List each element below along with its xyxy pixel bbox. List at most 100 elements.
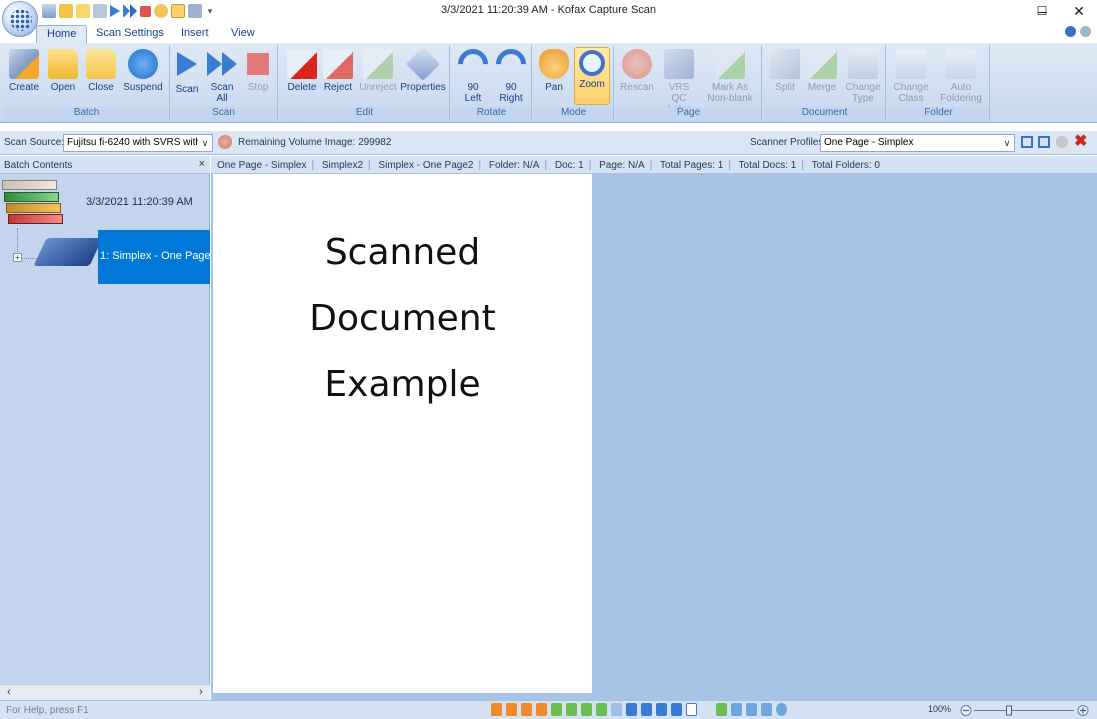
next-doc-icon[interactable] — [566, 703, 577, 716]
info-page: Page: N/A — [599, 160, 645, 171]
actual-size-icon[interactable] — [761, 703, 772, 716]
group-label-page: Page — [616, 107, 761, 121]
scan-button[interactable]: Scan — [172, 47, 202, 105]
properties-icon — [406, 47, 440, 81]
previous-batch-icon[interactable] — [626, 703, 637, 716]
application-menu-button[interactable] — [2, 1, 38, 37]
info-doc: Doc: 1 — [554, 160, 584, 171]
document-text-line: Example — [324, 364, 481, 405]
fit-width-icon[interactable] — [731, 703, 742, 716]
tools-icon[interactable] — [188, 4, 202, 18]
horizontal-scrollbar[interactable]: ‹ › — [0, 684, 210, 700]
tab-view[interactable]: View — [221, 25, 265, 43]
create-button[interactable]: Create — [6, 47, 42, 105]
first-folder-icon[interactable] — [581, 703, 592, 716]
scroll-right-icon[interactable]: › — [194, 686, 208, 698]
group-label-rotate: Rotate — [452, 107, 531, 121]
pan-button[interactable]: Pan — [537, 47, 571, 105]
merge-icon — [807, 49, 837, 79]
tab-scan-settings[interactable]: Scan Settings — [86, 25, 174, 43]
scanner-profiles-combo[interactable]: One Page - Simplex ∨ — [820, 134, 1015, 152]
next-batch-icon[interactable] — [641, 703, 652, 716]
rotate-left-button[interactable]: 90 Left — [451, 42, 495, 105]
play-icon — [177, 52, 197, 76]
properties-button[interactable]: Properties — [400, 47, 446, 105]
scanned-page-image[interactable]: Scanned Document Example — [213, 174, 592, 693]
expand-toggle[interactable]: + — [13, 253, 22, 262]
ribbon-group-document: Split Merge Change Type Document — [764, 45, 886, 121]
zoom-button[interactable]: Zoom — [574, 47, 610, 105]
first-batch-icon[interactable] — [656, 703, 667, 716]
scan-source-label: Scan Source: — [4, 137, 65, 148]
close-folder-icon[interactable] — [76, 4, 90, 18]
fit-page-icon[interactable] — [716, 703, 727, 716]
stop-icon[interactable] — [140, 5, 151, 17]
first-page-icon[interactable] — [491, 703, 502, 716]
last-batch-icon[interactable] — [671, 703, 682, 716]
scroll-left-icon[interactable]: ‹ — [2, 686, 16, 698]
zoom-icon[interactable] — [171, 4, 185, 18]
zoom-slider[interactable] — [960, 705, 1090, 716]
suspend-icon — [128, 49, 158, 79]
play-icon[interactable] — [110, 5, 120, 17]
customize-qat-icon[interactable]: ▾ — [205, 4, 215, 18]
mark-as-non-blank-button[interactable]: Mark As Non-blank — [702, 47, 758, 105]
auto-foldering-icon — [946, 49, 976, 79]
last-folder-icon[interactable] — [596, 703, 607, 716]
close-pane-button[interactable]: × — [199, 158, 205, 170]
save-as-profile-icon[interactable] — [1038, 136, 1050, 148]
auto-foldering-button[interactable]: Auto Foldering — [936, 47, 986, 105]
change-type-button[interactable]: Change Type — [844, 47, 882, 105]
suspend-button[interactable]: Suspend — [120, 47, 166, 105]
open-button[interactable]: Open — [46, 47, 80, 105]
close-window-button[interactable]: ✕ — [1066, 0, 1092, 22]
merge-button[interactable]: Merge — [804, 47, 840, 105]
maximize-button[interactable]: ☐ — [1031, 0, 1053, 22]
zoom-tool-icon[interactable] — [776, 703, 787, 716]
vrs-qc-later-button[interactable]: VRS QC Later — [660, 47, 698, 115]
batch-tree-node[interactable]: 3/3/2021 11:20:39 AM — [2, 178, 202, 226]
delete-profile-icon[interactable]: ✖ — [1074, 133, 1087, 151]
ribbon-group-batch: Create Open Close Suspend Batch — [4, 45, 170, 121]
tab-insert[interactable]: Insert — [171, 25, 219, 43]
tab-home[interactable]: Home — [36, 25, 88, 43]
fit-height-icon[interactable] — [746, 703, 757, 716]
scan-source-settings-icon[interactable] — [218, 135, 232, 149]
create-batch-icon[interactable] — [42, 4, 56, 18]
hand-icon[interactable] — [154, 4, 168, 18]
first-doc-icon[interactable] — [521, 703, 532, 716]
save-profile-icon[interactable] — [1021, 136, 1033, 148]
thumbnail-view-icon[interactable] — [701, 703, 712, 716]
undo-profile-icon[interactable] — [1056, 136, 1068, 148]
delete-button[interactable]: Delete — [284, 47, 320, 105]
unreject-button[interactable]: Unreject — [356, 47, 400, 105]
scan-all-button[interactable]: Scan All — [206, 47, 238, 105]
previous-doc-icon[interactable] — [551, 703, 562, 716]
mark-nonblank-icon — [715, 49, 745, 79]
zoom-level: 100% — [928, 704, 952, 714]
document-tree-item[interactable]: 1: Simplex - One Page2 — [98, 230, 217, 284]
reject-button[interactable]: Reject — [322, 47, 354, 105]
delete-page-icon — [287, 49, 317, 79]
ribbon-options-icon[interactable] — [1080, 26, 1091, 37]
rotate-right-button[interactable]: 90 Right — [489, 42, 533, 105]
rescan-button[interactable]: Rescan — [618, 47, 656, 105]
close-button[interactable]: Close — [84, 47, 118, 105]
unreject-icon — [363, 49, 393, 79]
help-icon[interactable] — [1065, 26, 1076, 37]
stop-button[interactable]: Stop — [242, 47, 274, 105]
create-batch-icon — [9, 49, 39, 79]
scan-source-combo[interactable]: Fujitsu fi-6240 with SVRS with / ∨ — [63, 134, 213, 152]
split-button[interactable]: Split — [768, 47, 802, 105]
single-page-view-icon[interactable] — [686, 703, 697, 716]
chevron-down-icon: ∨ — [1000, 135, 1014, 151]
fast-forward-icon[interactable] — [123, 4, 137, 18]
change-class-button[interactable]: Change Class — [890, 47, 932, 105]
previous-page-icon[interactable] — [506, 703, 517, 716]
folder-view-icon[interactable] — [611, 703, 622, 716]
batch-properties-icon[interactable] — [93, 4, 107, 18]
open-folder-icon[interactable] — [59, 4, 73, 18]
batch-contents-pane: 3/3/2021 11:20:39 AM + 1: Simplex - One … — [0, 174, 217, 684]
last-doc-icon[interactable] — [536, 703, 547, 716]
ribbon-group-rotate: 90 Left 90 Right Rotate — [451, 42, 533, 121]
